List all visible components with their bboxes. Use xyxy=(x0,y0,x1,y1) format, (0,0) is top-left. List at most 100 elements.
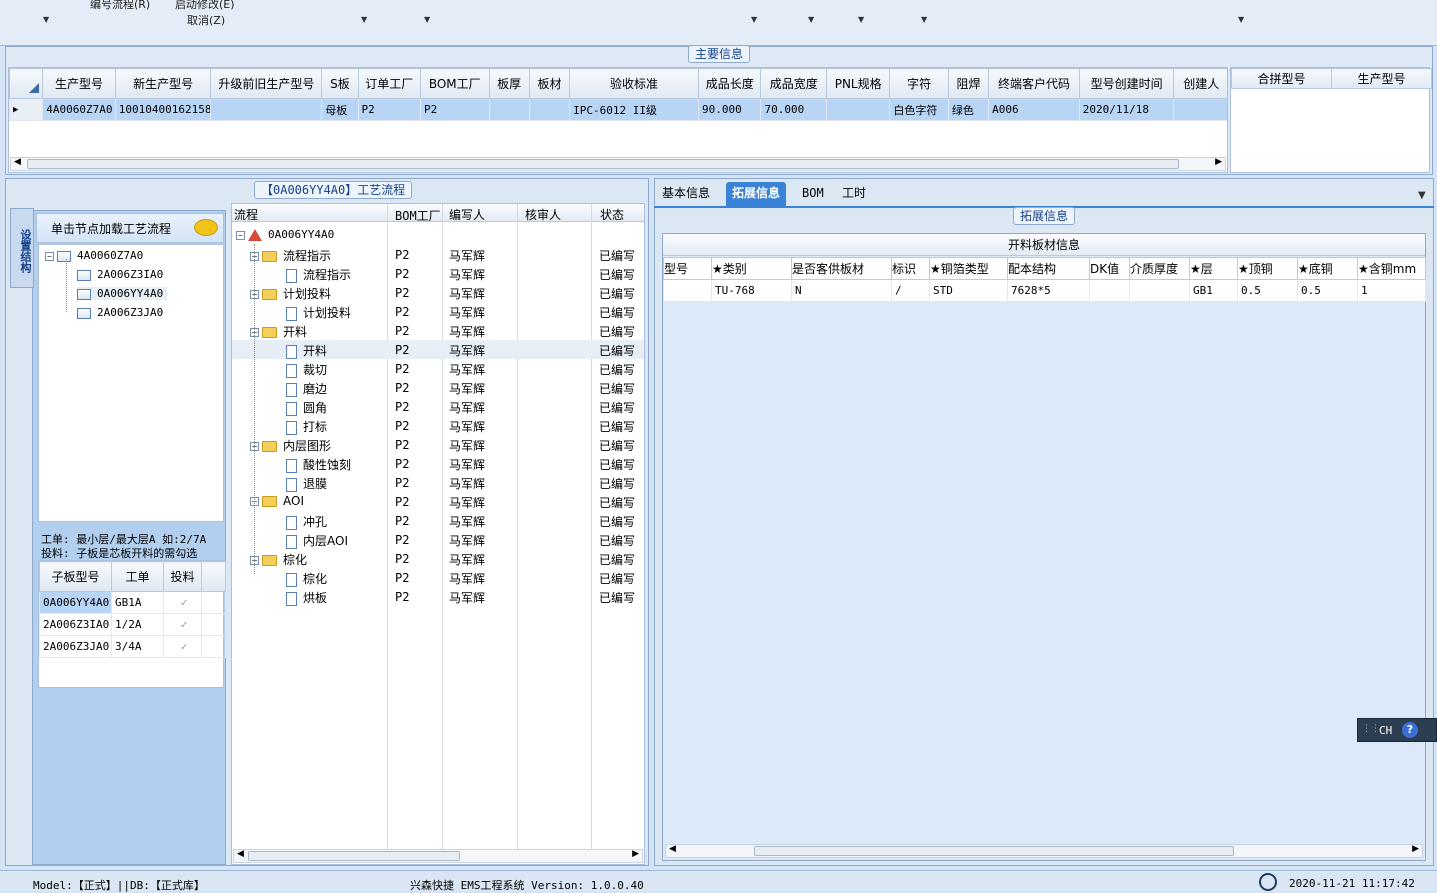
col-header[interactable]: 阻焊 xyxy=(947,68,990,99)
flow-node[interactable]: 磨边 xyxy=(286,380,327,397)
flow-node[interactable]: 开料 xyxy=(286,342,327,359)
dropdown-arrow-icon[interactable]: ▼ xyxy=(808,15,814,24)
cell[interactable]: 7628*5 xyxy=(1007,279,1090,302)
cell[interactable]: STD xyxy=(929,279,1008,302)
cell[interactable]: / xyxy=(891,279,930,302)
cell[interactable] xyxy=(1173,98,1227,121)
main-grid-hscrollbar[interactable]: ◀ ▶ xyxy=(10,157,1226,171)
col-header[interactable]: BOM工厂 xyxy=(420,68,490,99)
cell[interactable] xyxy=(663,279,712,302)
cell[interactable]: P2 xyxy=(420,98,490,121)
cell[interactable] xyxy=(528,98,571,121)
col-header[interactable]: 字符 xyxy=(889,68,949,99)
tab-bom[interactable]: BOM xyxy=(796,182,830,206)
cell[interactable] xyxy=(825,98,891,121)
tree-node[interactable]: 2A006Z3IA0 xyxy=(77,268,163,281)
scroll-right-icon[interactable]: ▶ xyxy=(1215,157,1222,167)
tab-labor-hours[interactable]: 工时 xyxy=(836,182,872,206)
col-header[interactable]: 板厚 xyxy=(488,68,530,99)
dropdown-arrow-icon[interactable]: ▼ xyxy=(858,15,864,24)
col-header[interactable]: 投料 xyxy=(163,561,202,592)
scroll-left-icon[interactable]: ◀ xyxy=(237,849,244,859)
table-row[interactable]: 0A006YY4A0 GB1A ✓ xyxy=(39,591,226,614)
scroll-thumb[interactable] xyxy=(27,159,1179,169)
flow-node[interactable]: − 内层图形 xyxy=(250,437,331,454)
dropdown-arrow-icon[interactable]: ▼ xyxy=(424,15,430,24)
cell[interactable]: 10010400162158 xyxy=(114,98,212,121)
flow-node[interactable]: 退膜 xyxy=(286,475,327,492)
flow-node[interactable]: 圆角 xyxy=(286,399,327,416)
dropdown-arrow-icon[interactable]: ▼ xyxy=(921,15,927,24)
col-header[interactable]: 配本结构 xyxy=(1007,257,1090,280)
dropdown-arrow-icon[interactable]: ▼ xyxy=(361,15,367,24)
flow-node[interactable]: − AOI xyxy=(250,494,304,508)
help-icon[interactable]: ? xyxy=(1402,722,1418,738)
table-row[interactable]: 2A006Z3IA0 1/2A ✓ xyxy=(39,613,226,636)
cell[interactable]: 0.5 xyxy=(1237,279,1298,302)
collapse-icon[interactable]: − xyxy=(45,251,54,261)
tree-node-selected[interactable]: 0A006YY4A0 xyxy=(77,287,168,300)
col-header[interactable]: 是否客供板材 xyxy=(791,257,892,280)
scroll-thumb[interactable] xyxy=(248,851,460,861)
flow-node[interactable]: 棕化 xyxy=(286,570,327,587)
flow-node[interactable]: − 棕化 xyxy=(250,551,307,568)
checkbox[interactable]: ✓ xyxy=(163,591,202,614)
cell[interactable]: 70.000 xyxy=(760,98,827,121)
col-header[interactable]: 型号创建时间 xyxy=(1078,68,1175,99)
flow-node[interactable]: 烘板 xyxy=(286,589,327,606)
flow-hscrollbar[interactable]: ◀ ▶ xyxy=(233,849,643,863)
col-header[interactable]: 子板型号 xyxy=(39,561,112,592)
col-header[interactable]: ★顶铜 xyxy=(1237,257,1298,280)
col-header[interactable]: 编写人 xyxy=(449,206,485,223)
col-header[interactable]: S板 xyxy=(321,68,359,99)
col-header[interactable]: 成品宽度 xyxy=(760,68,827,99)
dropdown-arrow-icon[interactable]: ▼ xyxy=(751,15,757,24)
ime-toolbar[interactable]: ⋮⋮ CH ? xyxy=(1357,718,1437,742)
cell[interactable] xyxy=(488,98,530,121)
col-header[interactable]: 流程 xyxy=(234,206,258,223)
col-header[interactable]: PNL规格 xyxy=(825,68,891,99)
col-header[interactable]: 终端客户代码 xyxy=(988,68,1080,99)
col-header[interactable]: 验收标准 xyxy=(569,68,700,99)
toolbar-cancel[interactable]: 取消(Z) xyxy=(187,12,225,28)
col-header[interactable]: 新生产型号 xyxy=(114,68,212,99)
cell[interactable]: 绿色 xyxy=(947,98,990,121)
chevron-down-icon[interactable]: ▼ xyxy=(1418,190,1426,201)
cell[interactable]: 90.000 xyxy=(698,98,762,121)
cell[interactable]: 4A0060Z7A0 xyxy=(42,98,116,121)
col-header[interactable]: 生产型号 xyxy=(42,68,116,99)
scroll-left-icon[interactable]: ◀ xyxy=(14,157,21,167)
checkbox[interactable]: ✓ xyxy=(163,613,202,636)
cell[interactable]: P2 xyxy=(357,98,422,121)
cell[interactable] xyxy=(1089,279,1130,302)
toolbar-number-flow[interactable]: 编号流程(R) xyxy=(90,0,150,12)
flow-node[interactable]: 内层AOI xyxy=(286,532,348,549)
flow-root[interactable]: −0A006YY4A0 xyxy=(236,228,334,241)
tree-node[interactable]: 2A006Z3JA0 xyxy=(77,306,163,319)
cell[interactable]: 1 xyxy=(1357,279,1426,302)
dropdown-arrow-icon[interactable]: ▼ xyxy=(1238,15,1244,24)
cell[interactable]: IPC-6012 II级 xyxy=(569,98,700,121)
col-header[interactable]: ★铜箔类型 xyxy=(929,257,1008,280)
scroll-right-icon[interactable]: ▶ xyxy=(1412,844,1419,854)
ime-language[interactable]: CH xyxy=(1379,724,1392,737)
tab-structure[interactable]: 设置结构 xyxy=(10,208,34,288)
col-header[interactable]: 生产型号 xyxy=(1331,68,1432,89)
tab-basic-info[interactable]: 基本信息 xyxy=(656,182,716,206)
table-row[interactable]: 2A006Z3JA0 3/4A ✓ xyxy=(39,635,226,658)
tab-extended-info[interactable]: 拓展信息 xyxy=(726,182,787,206)
flow-node[interactable]: 裁切 xyxy=(286,361,327,378)
cell[interactable]: N xyxy=(791,279,892,302)
col-header[interactable]: 板材 xyxy=(528,68,571,99)
col-header[interactable]: ★含铜mm xyxy=(1357,257,1426,280)
col-header[interactable]: 升级前旧生产型号 xyxy=(210,68,323,99)
scroll-left-icon[interactable]: ◀ xyxy=(669,844,676,854)
col-header[interactable]: 订单工厂 xyxy=(357,68,422,99)
cell[interactable] xyxy=(210,98,323,121)
table-row[interactable]: TU-768 N / STD 7628*5 GB1 0.5 0.5 1 xyxy=(663,279,1426,302)
col-header[interactable]: DK值 xyxy=(1089,257,1130,280)
col-header[interactable]: 介质厚度 xyxy=(1129,257,1190,280)
cell[interactable]: 0.5 xyxy=(1297,279,1358,302)
col-header[interactable]: ★类别 xyxy=(711,257,792,280)
flow-node[interactable]: 冲孔 xyxy=(286,513,327,530)
